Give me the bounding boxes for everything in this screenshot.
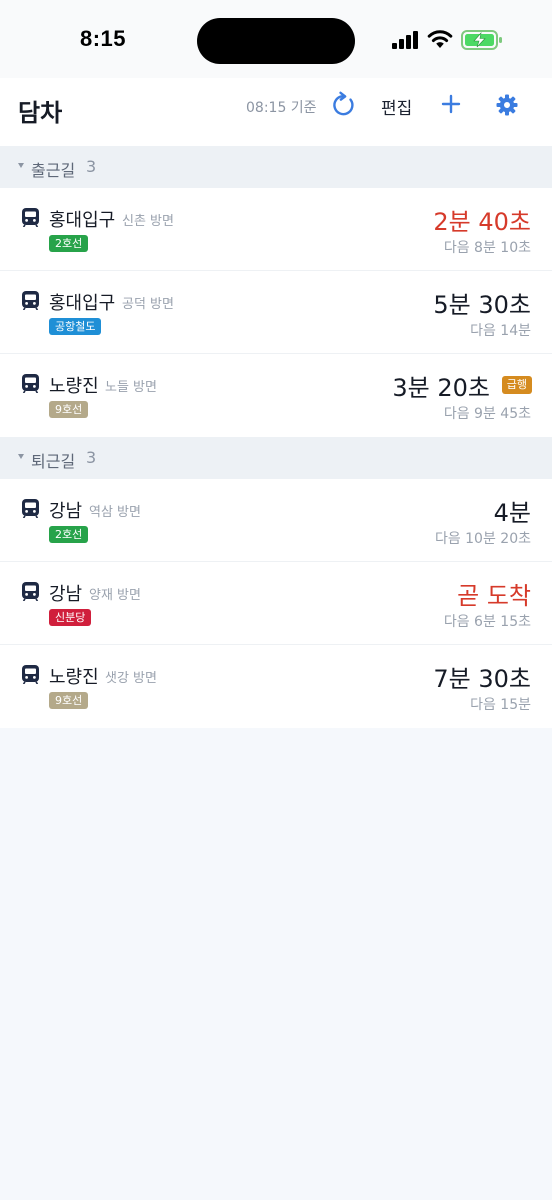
- direction-label: 공덕 방면: [122, 297, 174, 312]
- arrival-time: 7분 30초: [433, 665, 531, 693]
- direction-label: 역삼 방면: [89, 505, 141, 520]
- line-badge: 2호선: [49, 235, 89, 252]
- refresh-icon[interactable]: [330, 91, 358, 119]
- page-title: 담차: [18, 99, 63, 127]
- station-row[interactable]: 노량진 노들 방면 9호선 3분 20초 급행 다음 9분 45초: [0, 354, 552, 437]
- next-arrival: 다음 15분: [470, 697, 531, 713]
- station-row[interactable]: 강남 역삼 방면 2호선 4분 다음 10분 20초: [0, 479, 552, 562]
- station-row[interactable]: 홍대입구 신촌 방면 2호선 2분 40초 다음 8분 10초: [0, 188, 552, 271]
- direction-label: 샛강 방면: [105, 671, 157, 686]
- plus-icon[interactable]: [440, 93, 462, 115]
- edit-button[interactable]: 편집: [381, 94, 412, 119]
- section-count: 3: [86, 157, 97, 176]
- next-arrival: 다음 14분: [470, 323, 531, 339]
- cellular-signal-icon: [392, 31, 418, 49]
- subway-train-icon: [22, 499, 39, 518]
- arrival-time: 4분: [493, 499, 531, 527]
- next-arrival: 다음 10분 20초: [434, 531, 531, 547]
- subway-train-icon: [22, 374, 39, 393]
- line-badge: 공항철도: [49, 318, 102, 335]
- wifi-icon: [427, 30, 453, 48]
- station-name: 노량진: [49, 667, 99, 688]
- station-row[interactable]: 노량진 샛강 방면 9호선 7분 30초 다음 15분: [0, 645, 552, 728]
- station-name: 강남: [49, 584, 83, 605]
- battery-charging-icon: [461, 30, 502, 50]
- status-time: 8:15: [80, 26, 127, 51]
- subway-train-icon: [22, 291, 39, 310]
- station-name: 강남: [49, 501, 83, 522]
- station-name: 노량진: [49, 376, 99, 397]
- gear-icon[interactable]: [496, 94, 518, 116]
- section-count: 3: [86, 448, 97, 467]
- line-badge: 9호선: [49, 401, 89, 418]
- section-header-commute[interactable]: 출근길 3: [0, 146, 552, 188]
- subway-train-icon: [22, 665, 39, 684]
- section-title: 출근길: [31, 161, 76, 180]
- station-row[interactable]: 강남 양재 방면 신분당 곧 도착 다음 6분 15초: [0, 562, 552, 645]
- station-name: 홍대입구: [49, 293, 116, 314]
- line-badge: 9호선: [49, 692, 89, 709]
- line-badge: 신분당: [49, 609, 92, 626]
- express-badge: 급행: [501, 376, 532, 394]
- station-name: 홍대입구: [49, 210, 116, 231]
- next-arrival: 다음 6분 15초: [443, 614, 531, 630]
- line-badge: 2호선: [49, 526, 89, 543]
- subway-train-icon: [22, 582, 39, 601]
- next-arrival: 다음 9분 45초: [443, 406, 531, 422]
- direction-label: 양재 방면: [89, 588, 141, 603]
- arrival-time: 5분 30초: [433, 291, 531, 319]
- collapse-caret-icon: [18, 454, 24, 459]
- arrival-time: 3분 20초: [392, 374, 490, 402]
- status-bar: 8:15: [0, 0, 552, 78]
- direction-label: 신촌 방면: [122, 214, 174, 229]
- section-header-return[interactable]: 퇴근길 3: [0, 437, 552, 479]
- station-row[interactable]: 홍대입구 공덕 방면 공항철도 5분 30초 다음 14분: [0, 271, 552, 354]
- dynamic-island: [197, 18, 355, 64]
- direction-label: 노들 방면: [105, 380, 157, 395]
- arrival-time: 2분 40초: [433, 208, 531, 236]
- arrival-time: 곧 도착: [457, 582, 531, 610]
- app-header: 담차 08:15 기준 편집: [0, 78, 552, 146]
- collapse-caret-icon: [18, 163, 24, 168]
- subway-train-icon: [22, 208, 39, 227]
- updated-time: 08:15 기준: [246, 100, 317, 116]
- section-title: 퇴근길: [31, 452, 76, 471]
- next-arrival: 다음 8분 10초: [443, 240, 531, 256]
